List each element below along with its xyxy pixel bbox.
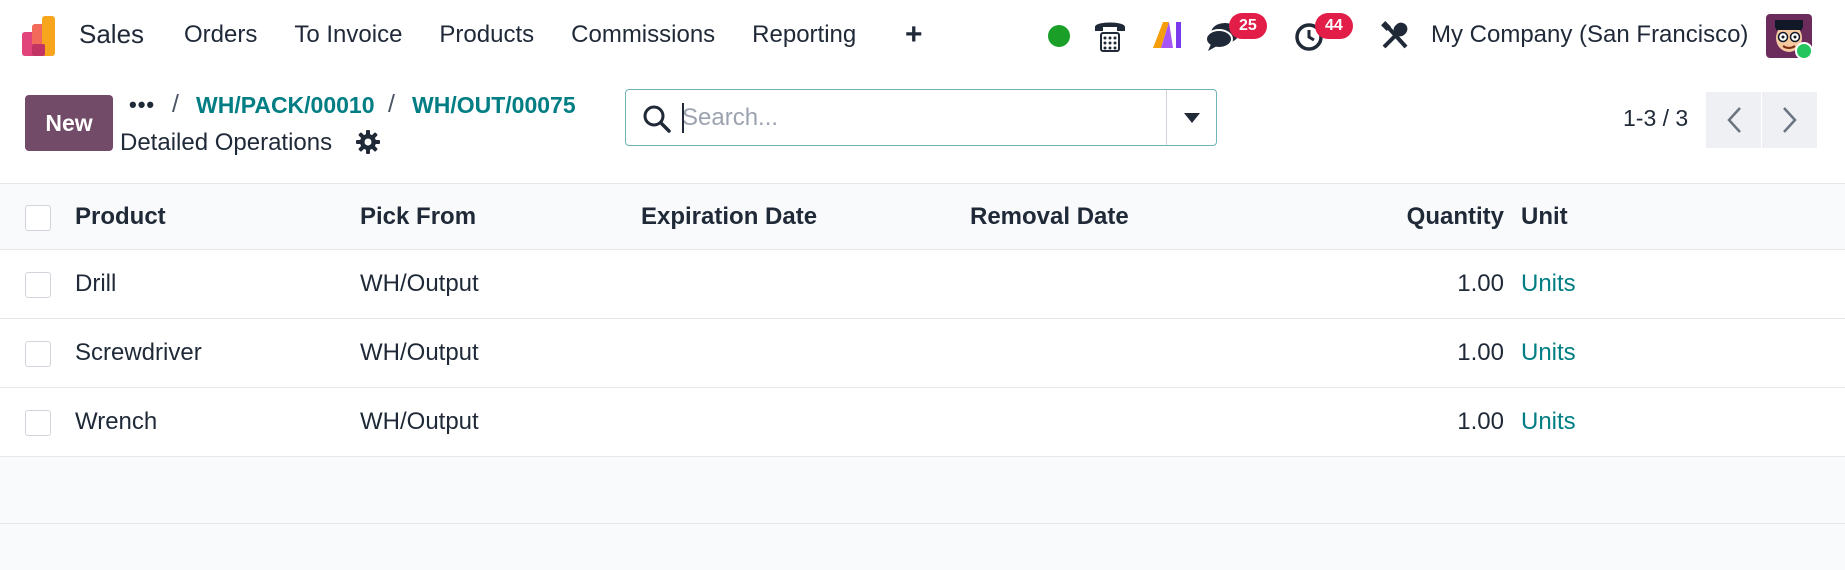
text-cursor: [682, 103, 684, 133]
cell-unit-link[interactable]: Units: [1521, 270, 1576, 298]
chevron-left-icon: [1726, 107, 1741, 133]
ai-icon[interactable]: [1151, 20, 1183, 50]
row-checkbox[interactable]: [25, 341, 51, 367]
row-checkbox[interactable]: [25, 272, 51, 298]
top-navbar: Sales Orders To Invoice Products Commiss…: [0, 0, 1845, 72]
chevron-right-icon: [1782, 107, 1797, 133]
search-input[interactable]: [682, 100, 1182, 136]
presence-status-icon[interactable]: [1047, 24, 1071, 48]
cell-pick-from[interactable]: WH/Output: [360, 270, 479, 298]
cell-product[interactable]: Screwdriver: [75, 339, 202, 367]
pager-value[interactable]: 1-3 / 3: [1623, 105, 1688, 132]
phone-icon[interactable]: [1092, 17, 1128, 55]
column-header-quantity[interactable]: Quantity: [1407, 203, 1504, 231]
table-empty-row: [0, 458, 1845, 524]
menu-plus-icon[interactable]: +: [905, 18, 923, 52]
select-all-checkbox[interactable]: [25, 205, 51, 231]
row-checkbox[interactable]: [25, 410, 51, 436]
search-bar: [625, 89, 1217, 146]
cell-product[interactable]: Wrench: [75, 408, 157, 436]
caret-down-icon: [1184, 112, 1200, 123]
breadcrumb-more-button[interactable]: •••: [129, 92, 155, 118]
column-header-product[interactable]: Product: [75, 203, 166, 231]
cell-product[interactable]: Drill: [75, 270, 116, 298]
cell-quantity[interactable]: 1.00: [1457, 270, 1504, 298]
search-options-toggle[interactable]: [1167, 90, 1217, 145]
column-header-pick-from[interactable]: Pick From: [360, 203, 476, 231]
cell-unit-link[interactable]: Units: [1521, 339, 1576, 367]
app-name[interactable]: Sales: [79, 19, 144, 50]
control-panel: New ••• / WH/PACK/00010 / WH/OUT/00075 D…: [0, 72, 1845, 184]
pager-previous-button[interactable]: [1706, 92, 1761, 148]
menu-reporting[interactable]: Reporting: [752, 21, 856, 49]
menu-products[interactable]: Products: [439, 21, 534, 49]
main-menu: Orders To Invoice Products Commissions R…: [184, 21, 893, 49]
column-header-unit[interactable]: Unit: [1521, 203, 1568, 231]
gear-icon[interactable]: [356, 130, 380, 154]
user-online-status: [1795, 42, 1813, 60]
detailed-operations-table: Product Pick From Expiration Date Remova…: [0, 184, 1845, 457]
menu-to-invoice[interactable]: To Invoice: [294, 21, 402, 49]
breadcrumb-separator: /: [388, 90, 395, 118]
messages-badge: 25: [1229, 13, 1267, 39]
cell-unit-link[interactable]: Units: [1521, 408, 1576, 436]
cell-quantity[interactable]: 1.00: [1457, 408, 1504, 436]
new-button[interactable]: New: [25, 95, 113, 151]
menu-commissions[interactable]: Commissions: [571, 21, 715, 49]
table-row[interactable]: Wrench WH/Output 1.00 Units: [0, 388, 1845, 457]
activities-badge: 44: [1315, 13, 1353, 39]
table-header-row: Product Pick From Expiration Date Remova…: [0, 184, 1845, 250]
cell-pick-from[interactable]: WH/Output: [360, 339, 479, 367]
breadcrumb-out[interactable]: WH/OUT/00075: [412, 92, 576, 119]
column-header-removal-date[interactable]: Removal Date: [970, 203, 1129, 231]
cell-pick-from[interactable]: WH/Output: [360, 408, 479, 436]
pager-next-button[interactable]: [1762, 92, 1817, 148]
view-title: Detailed Operations: [120, 129, 333, 156]
table-row[interactable]: Screwdriver WH/Output 1.00 Units: [0, 319, 1845, 388]
sales-app-icon[interactable]: [22, 16, 64, 56]
column-header-expiration-date[interactable]: Expiration Date: [641, 203, 817, 231]
cell-quantity[interactable]: 1.00: [1457, 339, 1504, 367]
breadcrumb-pack[interactable]: WH/PACK/00010: [196, 92, 375, 119]
breadcrumb-separator: /: [172, 90, 179, 118]
company-switcher[interactable]: My Company (San Francisco): [1431, 21, 1748, 49]
search-icon: [643, 105, 671, 133]
tools-icon[interactable]: [1380, 21, 1410, 51]
table-row[interactable]: Drill WH/Output 1.00 Units: [0, 250, 1845, 319]
menu-orders[interactable]: Orders: [184, 21, 257, 49]
